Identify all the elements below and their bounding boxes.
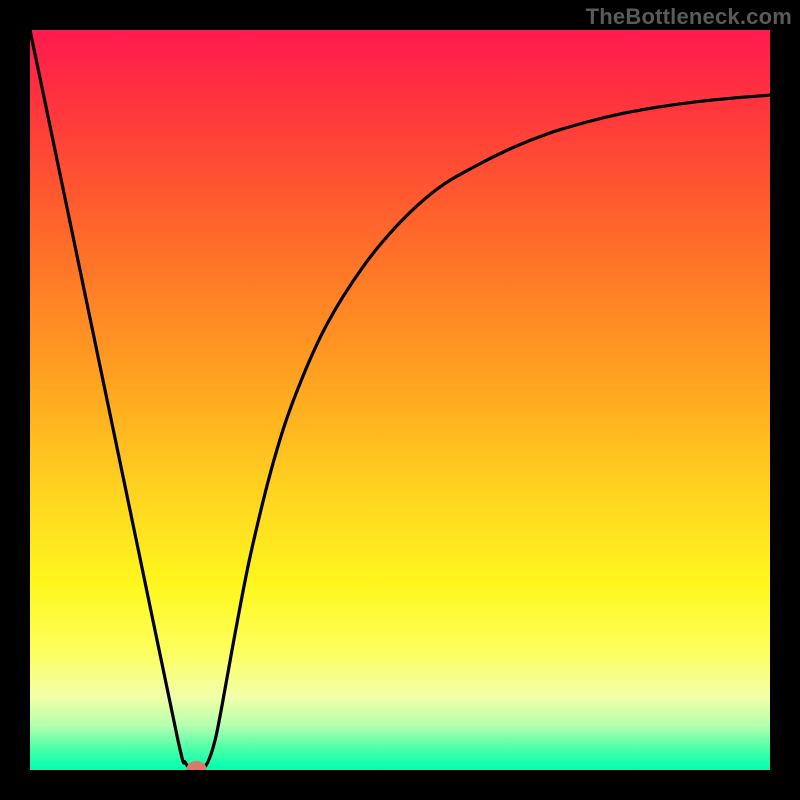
watermark-text: TheBottleneck.com [586,4,792,30]
optimal-point-marker [187,762,206,770]
curve-layer [30,30,770,770]
plot-area [30,30,770,770]
bottleneck-curve [30,30,770,770]
chart-frame: TheBottleneck.com [0,0,800,800]
